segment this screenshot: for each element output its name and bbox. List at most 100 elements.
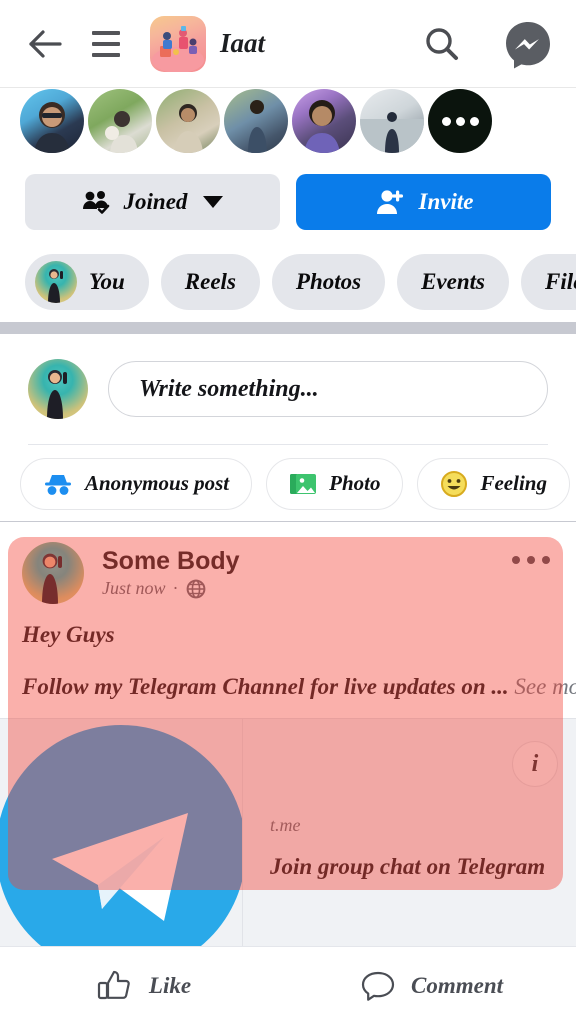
more-options-icon — [542, 556, 550, 564]
thumbs-up-icon — [97, 970, 130, 999]
member-avatar-4[interactable] — [224, 89, 288, 153]
post-submeta: Just now · — [102, 578, 240, 599]
feeling-button[interactable]: Feeling — [417, 457, 570, 510]
member-avatars-more-button[interactable] — [428, 89, 492, 153]
action-label: Anonymous post — [85, 471, 230, 495]
more-options-icon — [512, 556, 520, 564]
tab-label: You — [89, 269, 125, 294]
post-header: Some Body Just now · — [0, 522, 576, 610]
action-label: Photo — [329, 471, 381, 495]
post-composer: Write something... Anonymous post Photo … — [0, 334, 576, 522]
group-avatar-icon[interactable] — [150, 15, 206, 72]
post-text-content: Follow my Telegram Channel for live upda… — [22, 674, 509, 699]
action-label: Feeling — [480, 471, 547, 495]
avatar-photo — [304, 100, 340, 153]
post-meta: Some Body Just now · — [102, 547, 240, 600]
group-actions-row: Joined Invite — [0, 166, 576, 238]
hamburger-bar — [92, 41, 120, 46]
page-title: Iaat — [220, 28, 266, 58]
person-plus-icon — [376, 190, 403, 214]
globe-icon — [186, 579, 205, 599]
joined-label: Joined — [123, 189, 188, 214]
post-text-line-1: Hey Guys — [22, 622, 115, 647]
avatar-illustration — [47, 370, 67, 419]
anonymous-post-button[interactable]: Anonymous post — [20, 457, 253, 510]
section-divider — [0, 322, 576, 334]
tab-label: Reels — [184, 269, 236, 294]
tab-label: Photos — [295, 269, 362, 294]
avatar-photo — [248, 100, 267, 153]
post-timestamp: Just now — [102, 578, 166, 599]
avatar-illustration — [48, 269, 63, 303]
dot — [469, 116, 479, 126]
tab-label: Files — [544, 269, 576, 294]
search-icon — [426, 27, 458, 60]
member-avatar-3[interactable] — [156, 89, 220, 153]
group-tabs: You Reels Photos Events Files — [0, 246, 576, 318]
link-preview-thumbnail[interactable] — [0, 719, 243, 948]
chevron-down-icon — [203, 196, 224, 208]
back-button[interactable] — [22, 21, 68, 67]
tab-label: Events — [421, 269, 485, 294]
member-avatar-2[interactable] — [88, 89, 152, 153]
tab-files[interactable]: Files — [520, 254, 576, 310]
tab-photos[interactable]: Photos — [271, 254, 386, 310]
tab-you[interactable]: You — [25, 254, 149, 310]
composer-input-row: Write something... — [0, 334, 576, 444]
comment-bubble-icon — [361, 971, 395, 1001]
member-avatar-1[interactable] — [20, 89, 84, 153]
hamburger-menu-button[interactable] — [84, 21, 128, 67]
incognito-icon — [45, 474, 71, 495]
link-preview-domain: t.me — [270, 815, 301, 835]
joined-button[interactable]: Joined — [25, 174, 280, 230]
invite-button[interactable]: Invite — [296, 174, 551, 230]
comment-button[interactable]: Comment — [288, 947, 576, 1024]
hamburger-bar — [92, 52, 120, 57]
avatar-photo — [34, 102, 70, 153]
photo-icon — [290, 473, 317, 494]
member-avatar-6[interactable] — [360, 89, 424, 153]
more-options-icon — [527, 556, 535, 564]
tab-reels[interactable]: Reels — [160, 254, 260, 310]
meta-separator: · — [172, 578, 179, 599]
post-text-line-2: Follow my Telegram Channel for live upda… — [22, 674, 576, 700]
dot — [455, 116, 465, 126]
avatar-illustration — [42, 553, 62, 604]
post-action-bar: Like Comment — [0, 946, 576, 1024]
like-label: Like — [148, 972, 192, 998]
post-author-name[interactable]: Some Body — [102, 547, 240, 576]
group-illustration — [152, 25, 204, 72]
photo-button[interactable]: Photo — [266, 457, 404, 510]
tab-events[interactable]: Events — [397, 254, 509, 310]
link-info-button[interactable]: i — [512, 741, 558, 787]
avatar-photo — [360, 112, 424, 153]
users-check-icon — [82, 191, 109, 214]
post-card: Some Body Just now · Hey Guys Follow my … — [0, 522, 576, 962]
composer-placeholder: Write something... — [139, 375, 319, 402]
post-options-button[interactable] — [512, 556, 550, 564]
like-button[interactable]: Like — [0, 947, 288, 1024]
link-preview-info: t.me Join group chat on Telegram i — [243, 719, 576, 948]
write-something-input[interactable]: Write something... — [108, 361, 548, 417]
link-preview-card[interactable]: t.me Join group chat on Telegram i — [0, 718, 576, 948]
post-author-avatar[interactable] — [22, 542, 84, 604]
dot — [441, 116, 451, 126]
post-text: Hey Guys Follow my Telegram Channel for … — [0, 610, 576, 700]
link-preview-title: Join group chat on Telegram — [270, 854, 546, 879]
comment-label: Comment — [410, 972, 503, 998]
composer-actions: Anonymous post Photo Feeling — [0, 445, 576, 522]
arrow-left-icon — [29, 29, 62, 58]
app-header: Iaat — [0, 0, 576, 88]
member-avatars-row[interactable] — [0, 89, 576, 161]
user-avatar[interactable] — [28, 359, 88, 419]
see-more-link[interactable]: See more — [514, 674, 576, 699]
search-button[interactable] — [418, 20, 466, 68]
invite-label: Invite — [418, 189, 474, 214]
avatar-photo — [174, 104, 203, 153]
smiley-icon — [441, 470, 468, 497]
telegram-logo-icon — [52, 813, 188, 921]
member-avatar-5[interactable] — [292, 89, 356, 153]
messenger-button[interactable] — [502, 18, 554, 70]
hamburger-bar — [92, 30, 120, 35]
avatar — [35, 261, 77, 303]
